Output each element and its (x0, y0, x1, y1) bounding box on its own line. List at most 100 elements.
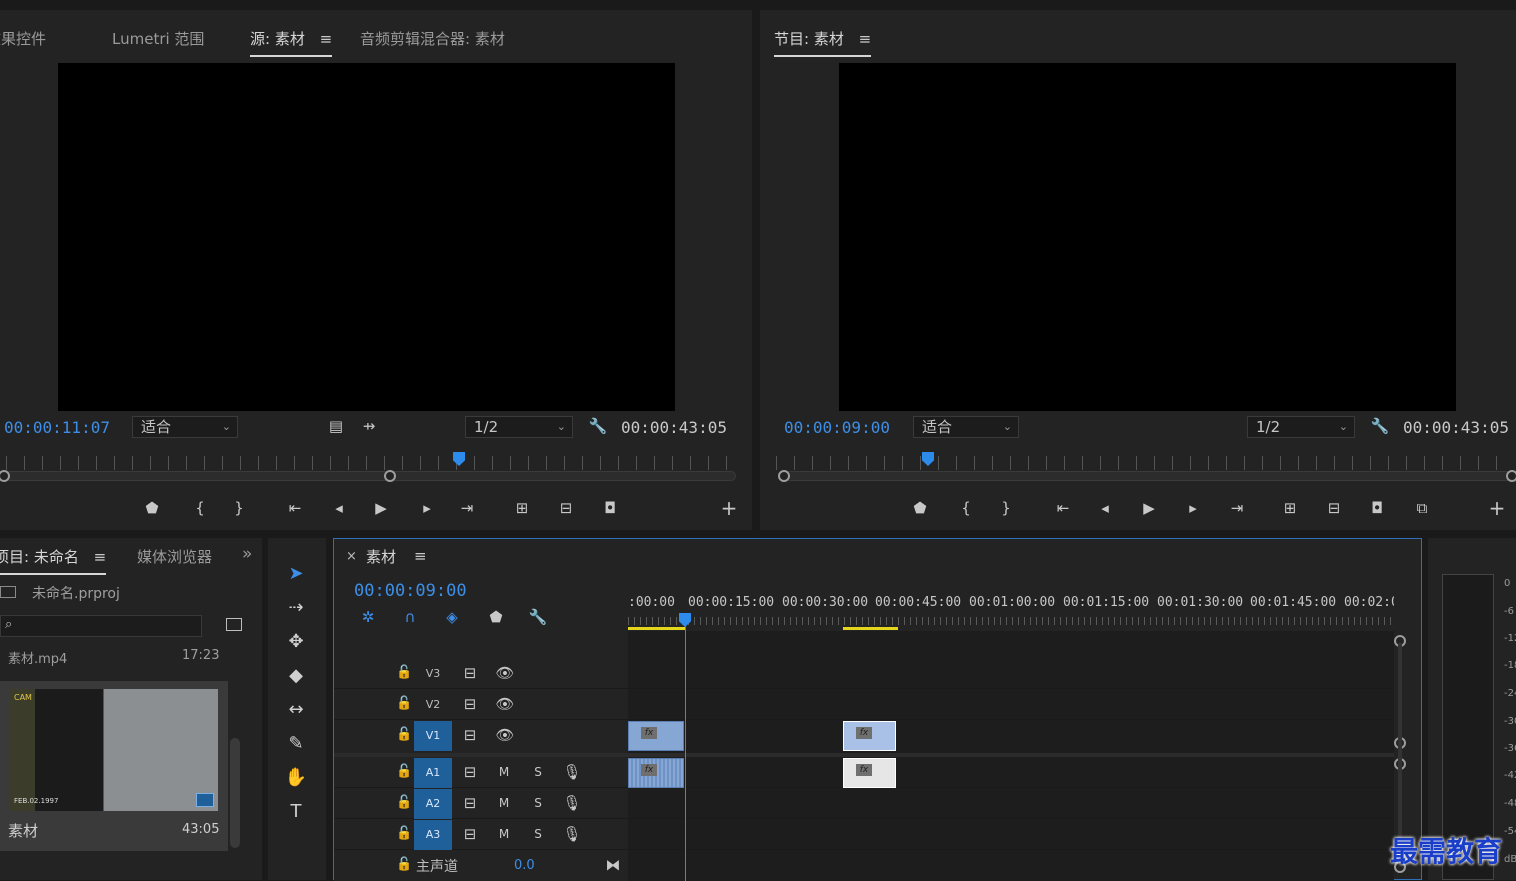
lock-icon[interactable]: 🔓 (396, 727, 412, 742)
program-fit-select[interactable]: 适合 ⌄ (913, 416, 1019, 438)
track-name-a2[interactable]: A2 (414, 789, 452, 819)
sequence-tab[interactable]: 素材 (366, 546, 396, 567)
go-to-in-icon[interactable]: ⇤ (284, 498, 306, 518)
lock-icon[interactable]: 🔓 (396, 795, 412, 810)
timeline-settings-wrench-icon[interactable]: 🔧 (528, 607, 548, 627)
lock-icon[interactable]: 🔓 (396, 826, 412, 841)
add-marker-icon[interactable]: ⬟ (486, 607, 506, 627)
track-a3[interactable]: 🔓 A3 ⊟ M S 🎙 (334, 820, 1394, 850)
microphone-icon[interactable]: 🎙 (562, 824, 582, 844)
export-frame-icon[interactable]: ◘ (1366, 498, 1388, 518)
mute-button[interactable]: M (494, 762, 514, 782)
panel-menu-icon[interactable]: ≡ (320, 30, 333, 48)
play-icon[interactable]: ▶ (370, 498, 392, 518)
lock-icon[interactable]: 🔓 (396, 665, 412, 680)
tab-program-monitor[interactable]: 节目: 素材 ≡ (774, 28, 872, 57)
mark-in-icon[interactable]: { (956, 498, 976, 518)
timeline-ruler[interactable]: :00:00 00:00:15:00 00:00:30:00 00:00:45:… (628, 589, 1394, 630)
microphone-icon[interactable]: 🎙 (562, 762, 582, 782)
sync-lock-icon[interactable]: ⊟ (460, 793, 480, 813)
go-to-edit-point-icon[interactable]: ⧓ (602, 855, 624, 875)
track-a2[interactable]: 🔓 A2 ⊟ M S 🎙 (334, 789, 1394, 819)
clip-thumbnail-card[interactable]: CAM FEB.02.1997 素材 43:05 (0, 681, 228, 851)
track-name-a1[interactable]: A1 (414, 758, 452, 788)
solo-button[interactable]: S (528, 762, 548, 782)
track-v3[interactable]: 🔓 V3 ⊟ 👁 (334, 659, 1394, 689)
audio-clip[interactable]: fx (628, 758, 684, 788)
comparison-view-icon[interactable]: ⧉ (1410, 498, 1434, 518)
hand-tool-icon[interactable]: ✋ (282, 764, 310, 792)
tab-effect-controls[interactable]: 效果控件 (0, 28, 46, 49)
program-scroll-handle-right[interactable] (1506, 470, 1516, 482)
program-time-ruler[interactable] (776, 456, 1512, 470)
timeline-timecode[interactable]: 00:00:09:00 (354, 581, 467, 601)
track-name-a3[interactable]: A3 (414, 820, 452, 850)
panels-overflow-icon[interactable]: » (242, 544, 252, 564)
clip-list-row[interactable]: 素材.mp4 17:23 (0, 648, 240, 668)
track-select-tool-icon[interactable]: ⇢ (282, 594, 310, 622)
go-to-out-icon[interactable]: ⇥ (456, 498, 478, 518)
insert-icon[interactable]: ⊞ (510, 498, 534, 518)
program-video-frame[interactable] (839, 63, 1456, 411)
add-marker-icon[interactable]: ⬟ (910, 498, 930, 518)
program-zoom-scrollbar[interactable] (784, 471, 1516, 481)
toggle-visibility-eye-icon[interactable]: 👁 (494, 694, 516, 714)
mark-in-icon[interactable]: { (190, 498, 210, 518)
track-name-v1[interactable]: V1 (414, 721, 452, 751)
panel-menu-icon[interactable]: ≡ (859, 30, 872, 48)
audio-clip[interactable]: fx (843, 758, 896, 788)
add-button-icon[interactable]: + (718, 498, 740, 518)
razor-tool-icon[interactable]: ◆ (282, 662, 310, 690)
sync-lock-icon[interactable]: ⊟ (460, 824, 480, 844)
toggle-visibility-eye-icon[interactable]: 👁 (494, 725, 516, 745)
lock-icon[interactable]: 🔓 (396, 764, 412, 779)
program-resolution-select[interactable]: 1/2 ⌄ (1247, 416, 1355, 438)
snap-magnet-icon[interactable]: ∩ (400, 607, 420, 627)
step-back-icon[interactable]: ◂ (328, 498, 350, 518)
sync-lock-icon[interactable]: ⊟ (460, 725, 480, 745)
tab-media-browser[interactable]: 媒体浏览器 (137, 546, 213, 567)
type-tool-icon[interactable]: T (282, 798, 310, 826)
overwrite-icon[interactable]: ⊟ (554, 498, 578, 518)
mute-button[interactable]: M (494, 824, 514, 844)
pen-tool-icon[interactable]: ✎ (282, 730, 310, 758)
solo-button[interactable]: S (528, 793, 548, 813)
track-name-v3[interactable]: V3 (414, 659, 452, 689)
step-forward-icon[interactable]: ▸ (1182, 498, 1204, 518)
project-scrollbar[interactable] (230, 738, 240, 848)
solo-button[interactable]: S (528, 824, 548, 844)
program-scroll-handle-left[interactable] (778, 470, 790, 482)
clip-export-icon[interactable]: ▤ (326, 416, 346, 436)
panel-menu-icon[interactable]: ≡ (414, 547, 427, 565)
track-v2[interactable]: 🔓 V2 ⊟ 👁 (334, 690, 1394, 720)
add-marker-icon[interactable]: ⬟ (142, 498, 162, 518)
ripple-edit-tool-icon[interactable]: ✥ (282, 628, 310, 656)
master-volume-value[interactable]: 0.0 (514, 858, 535, 873)
go-to-in-icon[interactable]: ⇤ (1052, 498, 1074, 518)
mute-button[interactable]: M (494, 793, 514, 813)
sync-lock-icon[interactable]: ⊟ (460, 694, 480, 714)
tab-project[interactable]: 项目: 未命名 ≡ (0, 546, 107, 575)
lock-icon[interactable]: 🔓 (396, 696, 412, 711)
linked-selection-icon[interactable]: ◈ (442, 607, 462, 627)
source-resolution-select[interactable]: 1/2 ⌄ (465, 416, 573, 438)
step-back-icon[interactable]: ◂ (1094, 498, 1116, 518)
mark-out-icon[interactable]: } (229, 498, 249, 518)
source-scroll-handle-right[interactable] (384, 470, 396, 482)
settings-wrench-icon[interactable]: 🔧 (588, 416, 608, 436)
tab-audio-clip-mixer[interactable]: 音频剪辑混合器: 素材 (360, 28, 505, 49)
tab-source-monitor[interactable]: 源: 素材 ≡ (250, 28, 333, 57)
mark-out-icon[interactable]: } (996, 498, 1016, 518)
nest-icon[interactable]: ✲ (358, 607, 378, 627)
extract-icon[interactable]: ⊟ (1322, 498, 1346, 518)
step-forward-icon[interactable]: ▸ (416, 498, 438, 518)
play-icon[interactable]: ▶ (1138, 498, 1160, 518)
find-icon[interactable] (226, 618, 242, 631)
toggle-visibility-eye-icon[interactable]: 👁 (494, 663, 516, 683)
tab-lumetri-scopes[interactable]: Lumetri 范围 (112, 28, 204, 49)
search-input[interactable]: ⌕ (0, 615, 202, 637)
source-timecode-current[interactable]: 00:00:11:07 (4, 418, 110, 437)
video-clip[interactable]: fx (628, 721, 684, 751)
selection-tool-icon[interactable]: ➤ (282, 560, 310, 588)
source-video-frame[interactable] (58, 63, 675, 411)
